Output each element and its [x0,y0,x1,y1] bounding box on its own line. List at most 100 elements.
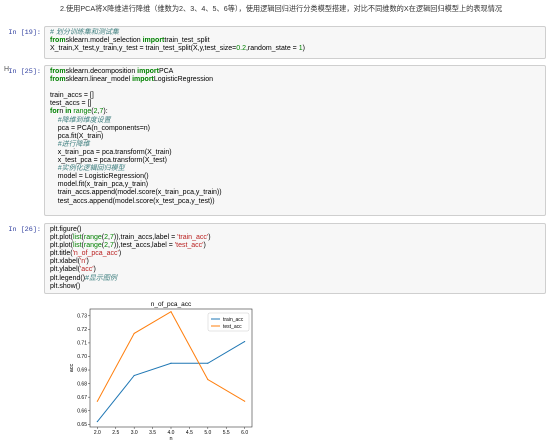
data-point-test_acc [170,311,172,313]
code-token: LogisticRegression [153,76,214,84]
code-token: import [132,76,154,84]
code-line: test_accs.append(model.score(x_test_pca,… [50,198,540,206]
code-line: plt.show() [50,283,540,291]
code-token: import [142,37,165,45]
code-token: sklearn.linear_model [65,76,133,84]
legend-label: test_acc [223,324,242,330]
x-tick-label: 3.0 [131,430,138,436]
code-editor[interactable]: plt.figure() plt.plot(list(range(2,7)),tr… [44,223,546,294]
code-token: pca.fit(X_train) [50,132,104,140]
x-tick-label: 4.5 [186,430,193,436]
code-line: fromsklearn.linear_model importLogisticR… [50,76,540,84]
code-token: range [83,234,102,242]
x-tick-label: 2.0 [94,430,101,436]
code-token: ): [103,108,108,116]
code-token: plt.plot( [50,242,73,250]
code-token: plt.title( [50,250,73,258]
code-line: #进行降维 [50,141,540,149]
code-line: model.fit(x_train_pca,y_train) [50,181,540,189]
code-token: # 划分训练集和测试集 [50,29,119,36]
code-line: pca = PCA(n_components=n) [50,125,540,133]
plot-output: n_of_pca_acc 2.0 2.5 3.0 3.5 4.0 4.5 5.0 5.5 6.0 0… [60,295,260,442]
code-token: test_accs.append(model.score(x_test_pca,… [50,197,215,205]
code-token: PCA [158,68,174,75]
y-tick-label: 0.73 [77,313,87,319]
cell-prompt: In [26]: [8,226,41,234]
x-tick-label: 5.0 [204,430,211,436]
code-line: #实例化逻辑回归模型 [50,165,540,173]
code-line: #降维到维度设置 [50,117,540,125]
code-editor[interactable]: fromsklearn.decomposition importPCA froms… [44,65,546,216]
code-token: list [72,234,82,242]
code-token: ) [302,45,305,53]
code-line: plt.title('n_of_pca_acc') [50,250,540,258]
code-line: model = LogisticRegression() [50,173,540,181]
code-token: plt.ylabel( [50,266,80,274]
code-token: for [50,108,60,116]
code-line: plt.ylabel('acc') [50,266,540,274]
code-token: plt.xlabel( [50,258,80,266]
chart-title: n_of_pca_acc [151,301,192,308]
data-point-train_acc [170,362,172,364]
y-tick-label: 0.65 [77,422,87,428]
code-token: ) [118,250,122,258]
code-line: plt.plot(list(range(2,7)),test_accs,labe… [50,242,540,250]
code-token: model.fit(x_train_pca,y_train) [50,181,149,189]
code-token: 'n_of_pca_acc' [72,250,119,258]
code-token: #显示图例 [85,274,117,282]
y-tick-label: 0.70 [77,354,87,360]
code-token: X_train,X_test,y_train,y_test = train_te… [50,45,237,53]
data-point-train_acc [207,362,209,364]
intro-text: 2.使用PCA将X降维进行降维（维数为2、3、4、5、6等），使用逻辑回归进行分… [60,4,503,13]
code-token: range [71,108,92,116]
code-line: X_train,X_test,y_train,y_test = train_te… [50,45,540,53]
code-token: train_accs = [] [50,92,94,100]
code-line: plt.figure() [50,226,540,234]
y-tick-label: 0.68 [77,381,87,387]
code-token: plt.figure() [50,226,82,233]
data-point-train_acc [96,420,98,423]
y-axis-label: acc [69,363,75,372]
data-point-train_acc [133,374,135,377]
code-token: from [50,76,66,84]
code-token: )),test_accs,label = [113,242,175,250]
y-tick-label: 0.67 [77,395,87,401]
code-line: test_accs = [] [50,100,540,108]
code-token: 'test_acc' [174,242,204,250]
code-token: 'train_acc' [177,234,209,242]
x-tick-label: 2.5 [112,430,119,436]
code-token: 'acc' [79,266,94,274]
x-tick-label: 3.5 [149,430,156,436]
data-point-test_acc [133,332,135,335]
code-token: test_accs = [] [50,100,92,108]
data-point-train_acc [244,340,246,343]
x-tick-label: 6.0 [241,430,248,436]
code-token: #实例化逻辑回归模型 [57,165,125,173]
code-line: pca.fit(X_train) [50,133,540,141]
code-token: 'n' [79,258,87,266]
data-point-test_acc [96,400,98,402]
data-point-test_acc [207,378,209,381]
code-token: ) [93,266,96,274]
y-tick-label: 0.69 [77,368,87,374]
line-chart: n_of_pca_acc2.0 2.5 3.0 3.5 4.0 4.5 5.0 5.5 6.00… [69,301,253,442]
cell-prompt: In [25]: [8,68,41,76]
code-token: range [83,242,102,250]
code-token: plt.legend() [50,274,86,282]
code-token: 0.2 [236,45,246,53]
code-line: # 划分训练集和测试集 [50,29,540,37]
y-tick-label: 0.66 [77,408,87,414]
code-line: fromsklearn.decomposition importPCA [50,68,540,76]
code-token: ,random_state = [245,45,299,53]
code-line: plt.legend()#显示图例 [50,275,540,283]
code-line: train_accs = [] [50,92,540,100]
code-line: x_test_pca = pca.transform(X_test) [50,157,540,165]
code-editor[interactable]: # 划分训练集和测试集 fromsklearn.model_selection i… [44,26,546,59]
code-line: x_train_pca = pca.transform(X_train) [50,149,540,157]
code-token: plt.show() [50,282,81,290]
code-token: import [137,68,159,75]
code-token: from [50,37,66,45]
